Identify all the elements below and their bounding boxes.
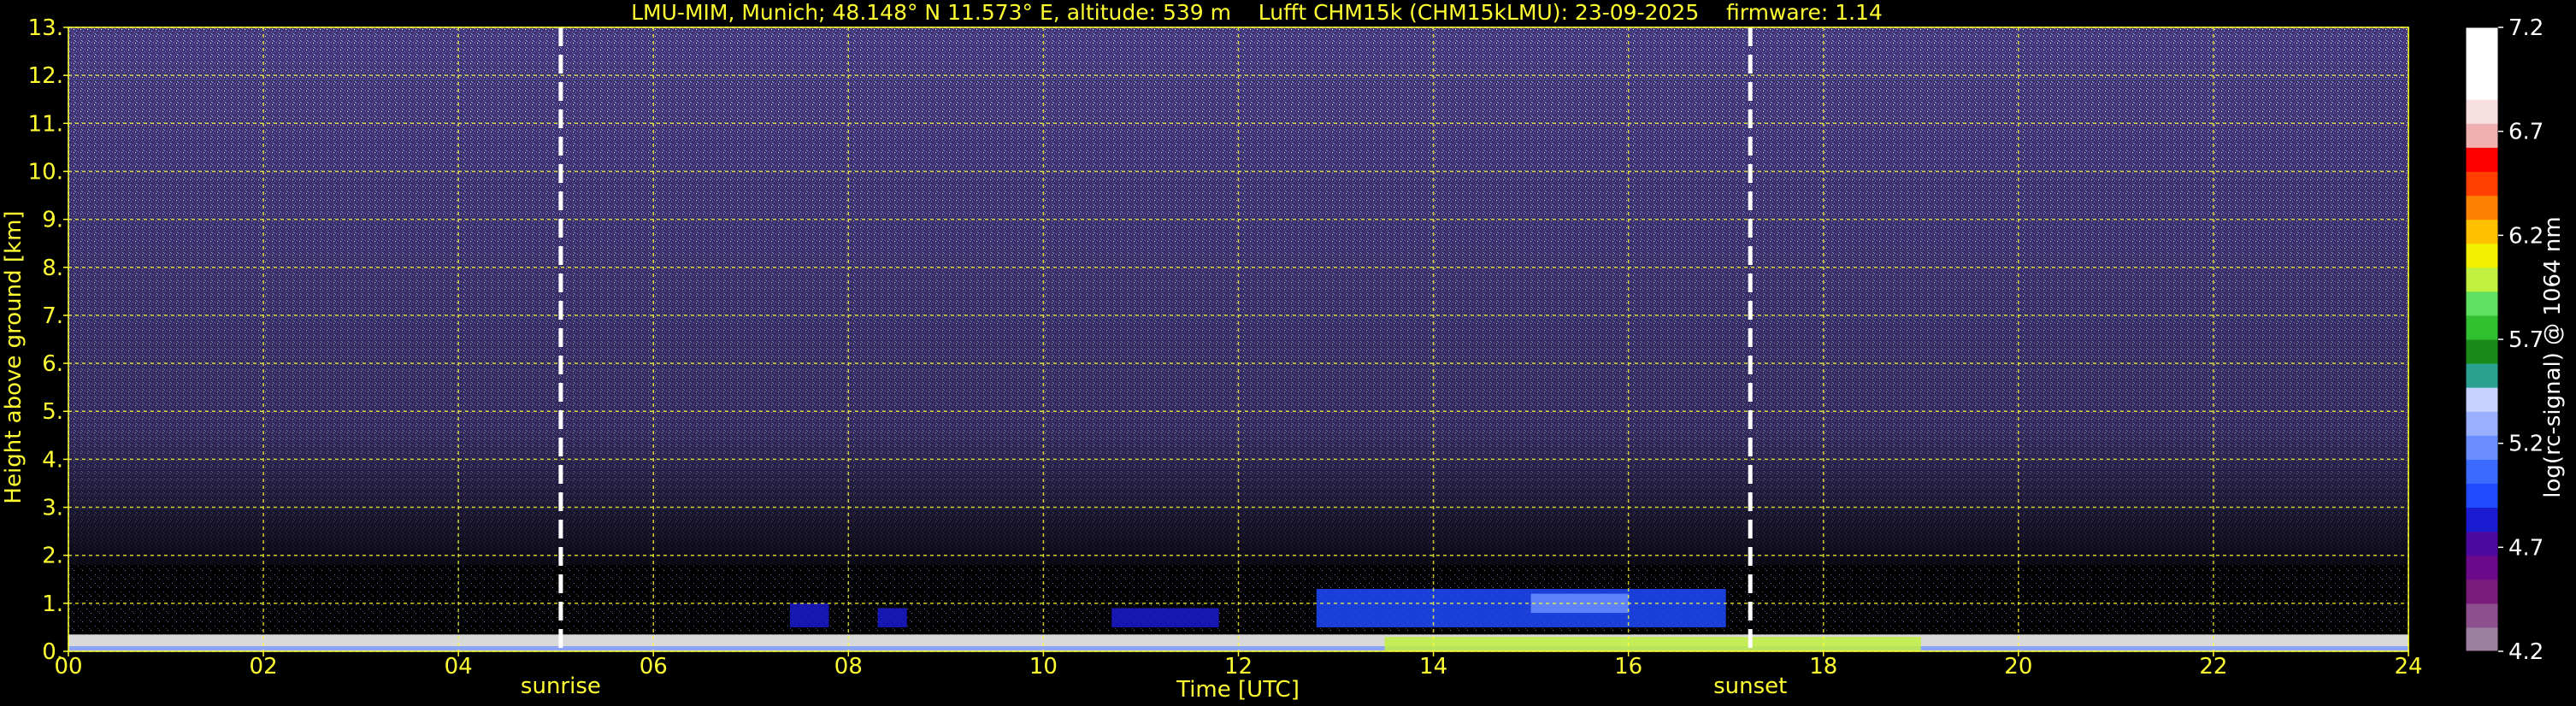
colorbar-tick-label: 6.7 bbox=[2508, 120, 2544, 145]
feature-aerosol-layer bbox=[1316, 589, 1726, 627]
feature-boundary-layer-colored bbox=[1384, 637, 1921, 651]
colorbar-segment bbox=[2466, 243, 2498, 268]
colorbar-segment bbox=[2466, 315, 2498, 340]
plot-area bbox=[68, 27, 2408, 651]
x-tick-label: 14 bbox=[1419, 654, 1447, 680]
colorbar-segment bbox=[2466, 579, 2498, 604]
x-tick-label: 10 bbox=[1029, 654, 1058, 680]
colorbar-segment bbox=[2466, 339, 2498, 364]
y-tick-label: 5. bbox=[42, 399, 63, 425]
y-tick-label: 10. bbox=[28, 159, 63, 185]
colorbar-segment bbox=[2466, 123, 2498, 148]
x-tick-label: 24 bbox=[2394, 654, 2422, 680]
colorbar-segment bbox=[2466, 411, 2498, 436]
y-tick-label: 9. bbox=[42, 208, 63, 233]
colorbar-segment bbox=[2466, 51, 2498, 76]
y-tick-label: 7. bbox=[42, 303, 63, 329]
colorbar-segment bbox=[2466, 27, 2498, 52]
sunrise-label: sunrise bbox=[521, 674, 601, 699]
y-tick-label: 0. bbox=[42, 639, 63, 665]
y-tick-label: 1. bbox=[42, 591, 63, 617]
colorbar-segment bbox=[2466, 387, 2498, 412]
colorbar-segment bbox=[2466, 363, 2498, 388]
x-axis-label: Time [UTC] bbox=[1176, 677, 1300, 703]
colorbar-tick-label: 6.2 bbox=[2508, 223, 2544, 249]
colorbar-segment bbox=[2466, 627, 2498, 652]
x-tick-label: 16 bbox=[1614, 654, 1642, 680]
colorbar-segment bbox=[2466, 483, 2498, 509]
x-tick-label: 08 bbox=[834, 654, 863, 680]
y-tick-label: 2. bbox=[42, 544, 63, 569]
x-tick-label: 18 bbox=[1809, 654, 1837, 680]
colorbar-segment bbox=[2466, 219, 2498, 244]
x-tick-label: 22 bbox=[2199, 654, 2227, 680]
colorbar-tick-label: 5.2 bbox=[2508, 432, 2544, 457]
colorbar-segment bbox=[2466, 291, 2498, 316]
feature-aerosol-layer bbox=[789, 603, 829, 627]
colorbar-segment bbox=[2466, 147, 2498, 172]
x-tick-label: 20 bbox=[2004, 654, 2032, 680]
y-tick-label: 12. bbox=[28, 63, 63, 89]
colorbar-segment bbox=[2466, 195, 2498, 221]
colorbar: 4.2 4.7 5.2 5.7 6.2 6.7 7.2 bbox=[2465, 15, 2544, 665]
feature-aerosol-layer bbox=[1111, 608, 1219, 627]
colorbar-segment bbox=[2466, 507, 2498, 532]
x-tick-label: 12 bbox=[1224, 654, 1253, 680]
colorbar-segment bbox=[2466, 99, 2498, 124]
colorbar-segment bbox=[2466, 435, 2498, 460]
ceilometer-chart: sunrise sunset 00 02 04 06 08 10 12 14 16 18 20 22 24… bbox=[1, 0, 2566, 703]
colorbar-tick-label: 5.7 bbox=[2508, 327, 2544, 353]
colorbar-label: log(rc-signal) @ 1064 nm bbox=[2540, 216, 2566, 497]
colorbar-segment bbox=[2466, 555, 2498, 580]
colorbar-tick-label: 7.2 bbox=[2508, 15, 2544, 41]
colorbar-segment bbox=[2466, 459, 2498, 484]
y-tick-label: 4. bbox=[42, 447, 63, 473]
y-tick-label: 13. bbox=[28, 15, 63, 41]
x-tick-label: 06 bbox=[640, 654, 668, 680]
x-tick-label: 02 bbox=[250, 654, 278, 680]
colorbar-segment bbox=[2466, 75, 2498, 100]
chart-title: LMU-MIM, Munich; 48.148° N 11.573° E, al… bbox=[631, 0, 1883, 25]
colorbar-segment bbox=[2466, 531, 2498, 556]
y-tick-label: 6. bbox=[42, 351, 63, 377]
colorbar-segment bbox=[2466, 171, 2498, 197]
y-axis-label: Height above ground [km] bbox=[1, 210, 27, 503]
colorbar-segment bbox=[2466, 267, 2498, 292]
feature-blue-core bbox=[1530, 593, 1629, 614]
y-tick-label: 11. bbox=[28, 111, 63, 137]
sunset-label: sunset bbox=[1713, 674, 1787, 699]
x-tick-label: 04 bbox=[445, 654, 473, 680]
feature-aerosol-layer bbox=[877, 608, 907, 627]
colorbar-segment bbox=[2466, 603, 2498, 628]
colorbar-tick-label: 4.7 bbox=[2508, 535, 2544, 561]
colorbar-tick-label: 4.2 bbox=[2508, 639, 2544, 665]
y-tick-label: 3. bbox=[42, 496, 63, 521]
y-tick-label: 8. bbox=[42, 256, 63, 281]
